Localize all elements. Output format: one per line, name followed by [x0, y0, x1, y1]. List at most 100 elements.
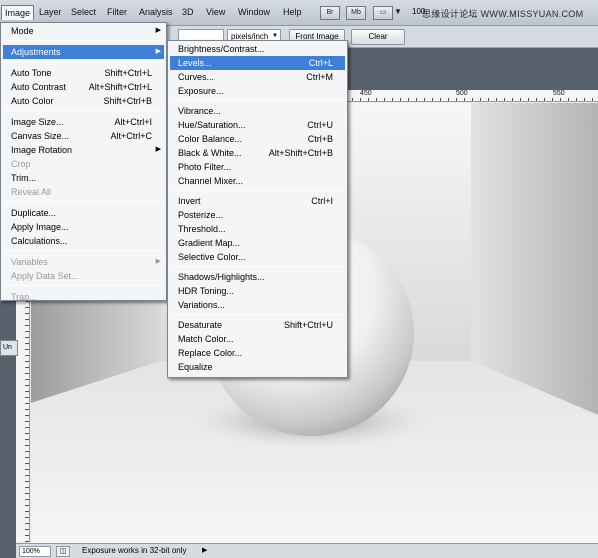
status-menu-arrow-icon[interactable]: ▶	[202, 546, 207, 554]
image_menu-item-adjustments[interactable]: Adjustments ▶	[3, 45, 164, 59]
document-info-icon[interactable]: ◫	[56, 546, 70, 557]
menu-item-shortcut: Ctrl+B	[307, 134, 333, 144]
adjustments_menu-item-channel-mixer[interactable]: Channel Mixer...	[170, 174, 345, 188]
menu-item-label: Desaturate	[178, 320, 223, 330]
menu-item-shortcut: Alt+Ctrl+I	[114, 117, 152, 127]
image_menu-item-trim[interactable]: Trim...	[3, 171, 164, 185]
menu-item-shortcut: Ctrl+M	[306, 72, 333, 82]
menu-item-shortcut: Shift+Ctrl+B	[103, 96, 152, 106]
image_menu-item-canvas-size[interactable]: Canvas Size... Alt+Ctrl+C	[3, 129, 164, 143]
menu-item-label: Posterize...	[178, 210, 224, 220]
menu-item-label: Auto Tone	[11, 68, 52, 78]
menu-item-label: Color Balance...	[178, 134, 243, 144]
ruler-mark: 450	[359, 90, 373, 97]
menu-item-label: Match Color...	[178, 334, 234, 344]
adjustments_menu-item-match-color[interactable]: Match Color...	[170, 332, 345, 346]
status-bar: 100% ◫ Exposure works in 32-bit only ▶	[16, 543, 598, 558]
menu-item-label: Trap...	[11, 292, 37, 302]
image_menu-item-image-size[interactable]: Image Size... Alt+Ctrl+I	[3, 115, 164, 129]
menu-3d[interactable]: 3D	[182, 7, 194, 17]
menu-item-label: Gradient Map...	[178, 238, 241, 248]
image_menu-item-reveal-all: Reveal All	[3, 185, 164, 199]
watermark-text: 思缘设计论坛 WWW.MISSYUAN.COM	[422, 9, 584, 19]
menu-item-label: Equalize	[178, 362, 213, 372]
menu-item-label: Brightness/Contrast...	[178, 44, 265, 54]
image_menu-item-image-rotation[interactable]: Image Rotation ▶	[3, 143, 164, 157]
menu-item-label: Calculations...	[11, 236, 68, 246]
menu-item-label: Levels...	[178, 58, 212, 68]
adjustments_menu-item-invert[interactable]: Invert Ctrl+I	[170, 194, 345, 208]
menu-item-label: Channel Mixer...	[178, 176, 244, 186]
menu-item-label: Trim...	[11, 173, 37, 183]
status-text: Exposure works in 32-bit only	[82, 546, 187, 555]
adjustments_menu-item-vibrance[interactable]: Vibrance...	[170, 104, 345, 118]
menu-item-label: Reveal All	[11, 187, 52, 197]
adjustments_menu-item-variations[interactable]: Variations...	[170, 298, 345, 312]
image_menu-item-duplicate[interactable]: Duplicate...	[3, 206, 164, 220]
image_menu-item-trap: Trap...	[3, 290, 164, 304]
image_menu-item-calculations[interactable]: Calculations...	[3, 234, 164, 248]
menu-separator	[171, 190, 344, 191]
chevron-down-icon[interactable]: ▼	[394, 7, 402, 16]
zoom-input[interactable]: 100%	[19, 546, 51, 557]
menu-item-label: Black & White...	[178, 148, 242, 158]
image_menu-item-mode[interactable]: Mode ▶	[3, 24, 164, 38]
adjustments_menu-item-desaturate[interactable]: Desaturate Shift+Ctrl+U	[170, 318, 345, 332]
menu-separator	[4, 61, 163, 62]
menu-item-label: Photo Filter...	[178, 162, 232, 172]
menu-item-label: Apply Image...	[11, 222, 69, 232]
bridge-button[interactable]: Br	[320, 6, 340, 20]
adjustments_menu-item-photo-filter[interactable]: Photo Filter...	[170, 160, 345, 174]
menu-item-label: Auto Contrast	[11, 82, 67, 92]
menu-item-shortcut: Shift+Ctrl+L	[104, 68, 152, 78]
menu-item-label: Hue/Saturation...	[178, 120, 246, 130]
image_menu-item-auto-contrast[interactable]: Auto Contrast Alt+Shift+Ctrl+L	[3, 80, 164, 94]
menu-item-label: Adjustments	[11, 47, 61, 57]
adjustments_menu-item-levels[interactable]: Levels... Ctrl+L	[170, 56, 345, 70]
adjustments_menu-item-brightness-contrast[interactable]: Brightness/Contrast...	[170, 42, 345, 56]
image_menu-item-auto-tone[interactable]: Auto Tone Shift+Ctrl+L	[3, 66, 164, 80]
view-extras-button[interactable]: ▭	[373, 6, 393, 20]
menu-item-shortcut: Ctrl+U	[307, 120, 333, 130]
menu-separator	[4, 250, 163, 251]
menu-select[interactable]: Select	[71, 7, 96, 17]
adjustments_menu-item-replace-color[interactable]: Replace Color...	[170, 346, 345, 360]
menu-item-label: Duplicate...	[11, 208, 57, 218]
adjustments_menu-item-color-balance[interactable]: Color Balance... Ctrl+B	[170, 132, 345, 146]
menu-layer[interactable]: Layer	[39, 7, 62, 17]
menu-item-label: Selective Color...	[178, 252, 246, 262]
menu-image[interactable]: Image	[1, 5, 35, 20]
menu-item-shortcut: Shift+Ctrl+U	[283, 320, 333, 330]
menu-analysis[interactable]: Analysis	[139, 7, 173, 17]
adjustments_menu-item-hdr-toning[interactable]: HDR Toning...	[170, 284, 345, 298]
image_menu-item-auto-color[interactable]: Auto Color Shift+Ctrl+B	[3, 94, 164, 108]
adjustments_menu-item-shadows-highlights[interactable]: Shadows/Highlights...	[170, 270, 345, 284]
adjustments_menu-item-gradient-map[interactable]: Gradient Map...	[170, 236, 345, 250]
menu-item-label: Threshold...	[178, 224, 226, 234]
menu-item-label: Auto Color	[11, 96, 54, 106]
ruler-mark: 500	[455, 90, 469, 97]
menu-window[interactable]: Window	[238, 7, 270, 17]
menu-separator	[4, 285, 163, 286]
submenu-arrow-icon: ▶	[155, 27, 161, 34]
adjustments_menu-item-curves[interactable]: Curves... Ctrl+M	[170, 70, 345, 84]
image_menu-item-apply-data-set: Apply Data Set...	[3, 269, 164, 283]
image_menu-item-apply-image[interactable]: Apply Image...	[3, 220, 164, 234]
minibridge-button[interactable]: Mb	[346, 6, 366, 20]
adjustments_menu-item-exposure[interactable]: Exposure...	[170, 84, 345, 98]
document-tab[interactable]: Un	[0, 340, 18, 356]
adjustments_menu-item-selective-color[interactable]: Selective Color...	[170, 250, 345, 264]
adjustments_menu-item-equalize[interactable]: Equalize	[170, 360, 345, 374]
adjustments_menu-item-black-white[interactable]: Black & White... Alt+Shift+Ctrl+B	[170, 146, 345, 160]
adjustments_menu-item-hue-saturation[interactable]: Hue/Saturation... Ctrl+U	[170, 118, 345, 132]
adjustments_menu-item-posterize[interactable]: Posterize...	[170, 208, 345, 222]
menu-view[interactable]: View	[206, 7, 225, 17]
menu-separator	[171, 266, 344, 267]
clear-button[interactable]: Clear	[351, 29, 405, 45]
menu-help[interactable]: Help	[283, 7, 302, 17]
adjustments_menu-item-threshold[interactable]: Threshold...	[170, 222, 345, 236]
menu-item-label: Image Size...	[11, 117, 64, 127]
menu-filter[interactable]: Filter	[107, 7, 127, 17]
submenu-arrow-icon: ▶	[155, 48, 161, 55]
menu-separator	[4, 110, 163, 111]
